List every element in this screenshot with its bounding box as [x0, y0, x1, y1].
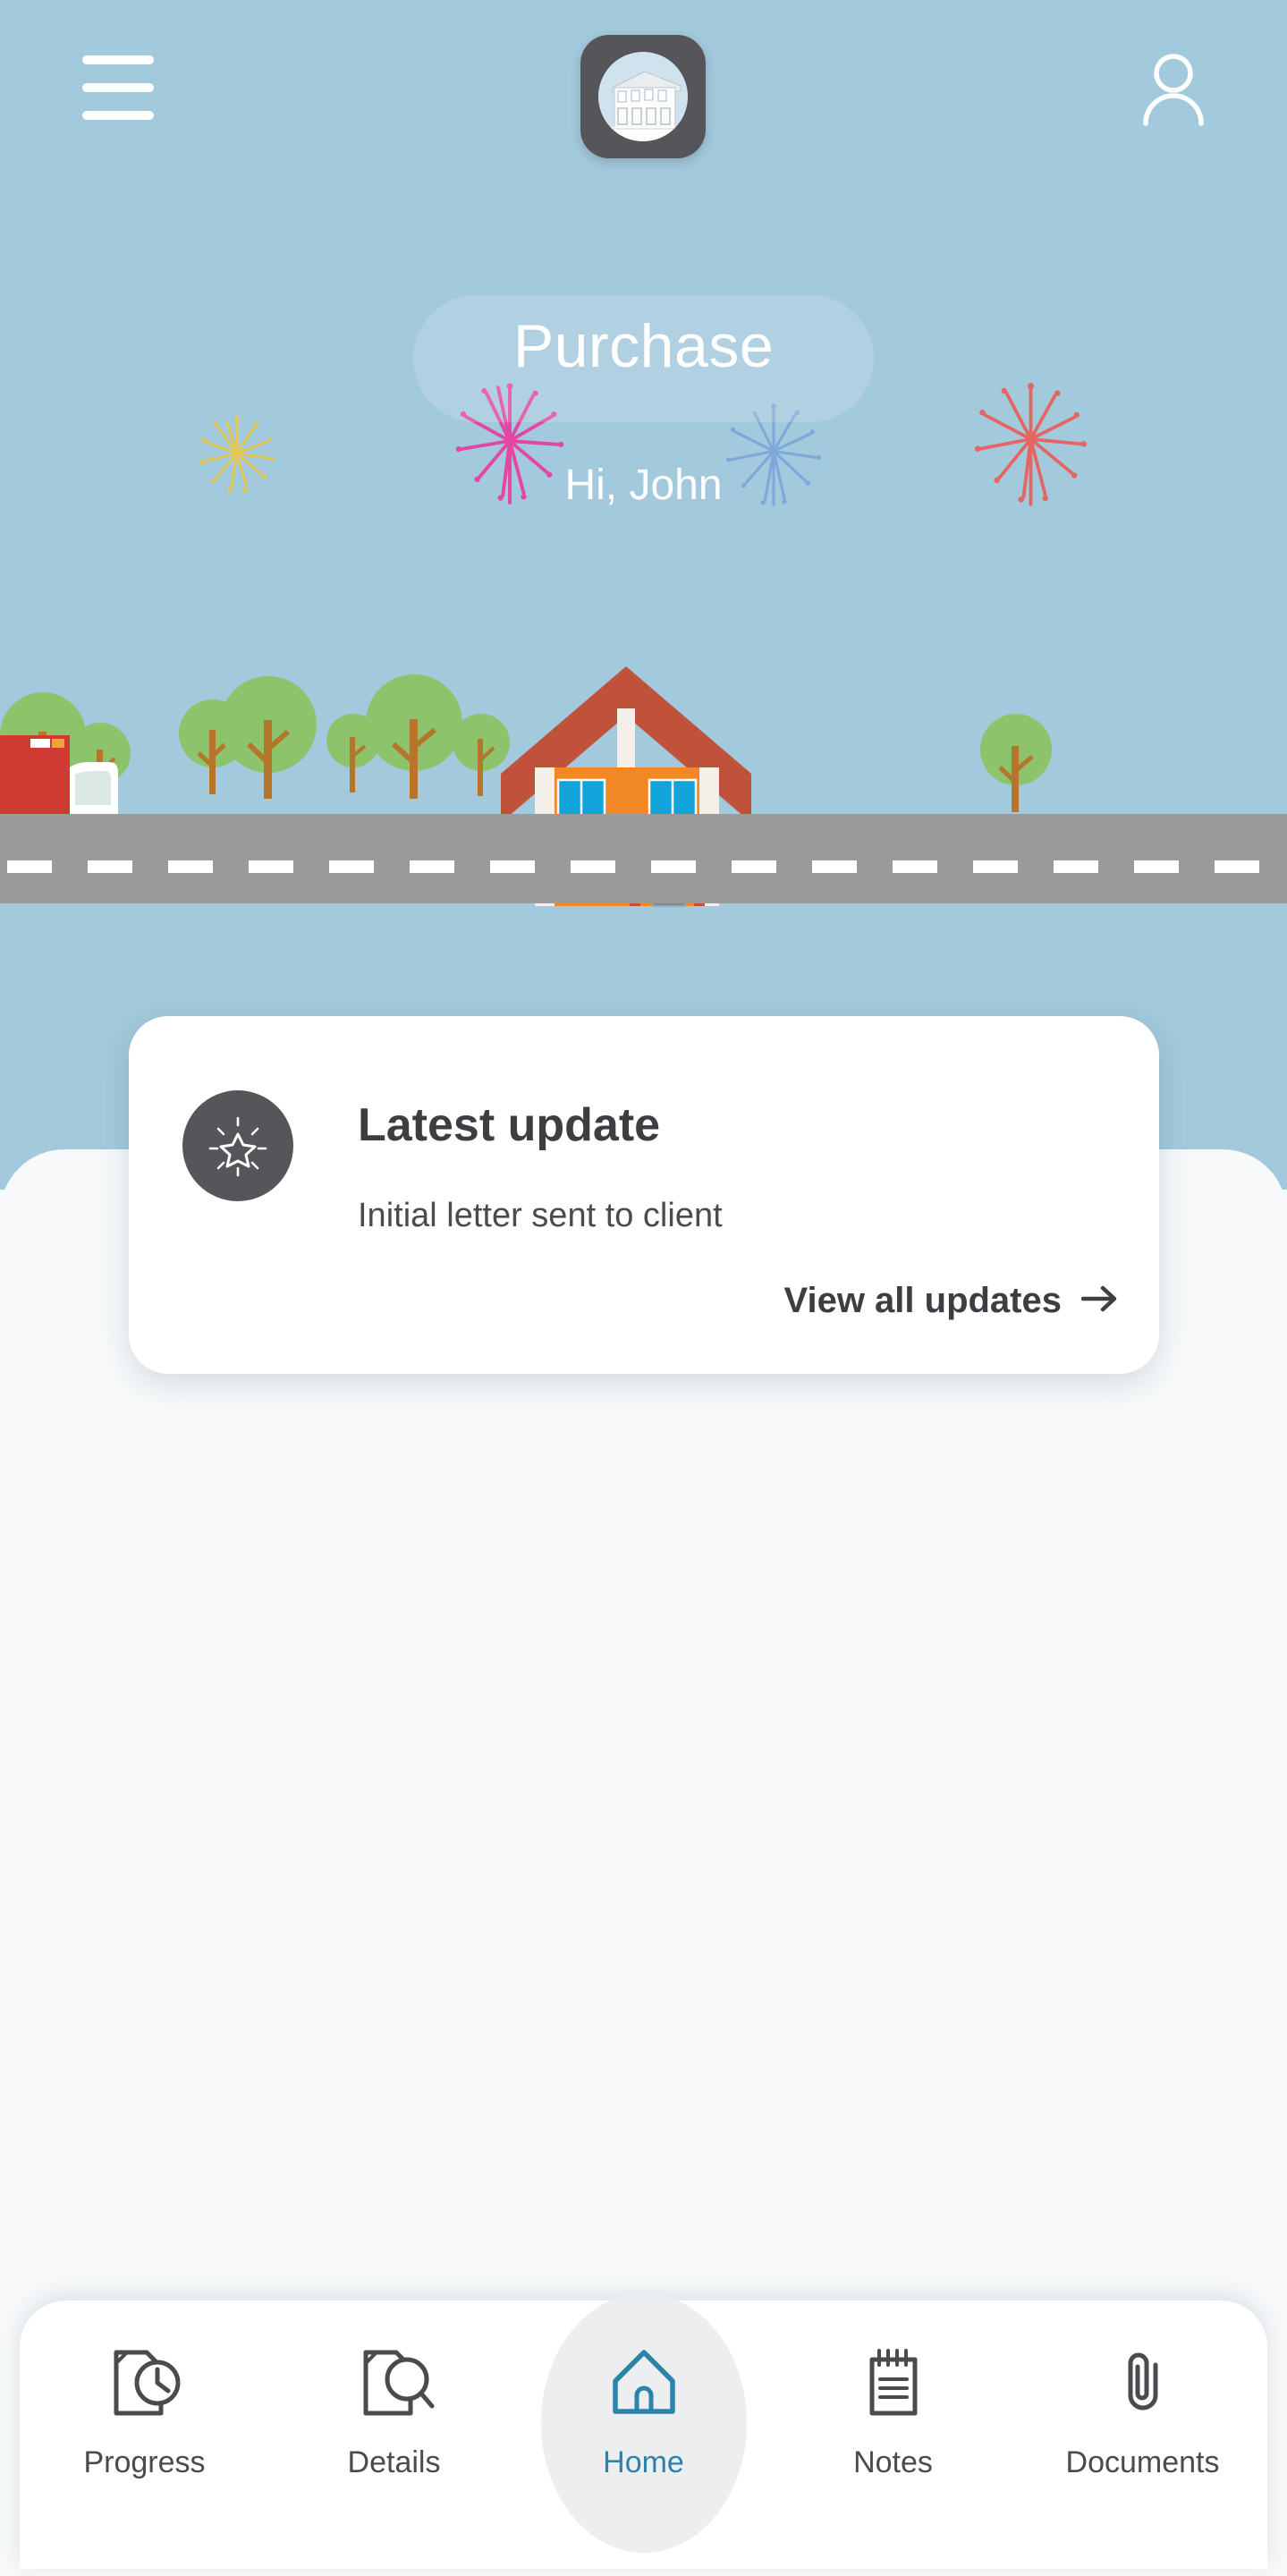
firework-red-icon — [974, 383, 1088, 506]
notepad-icon — [851, 2334, 936, 2431]
road-surface — [0, 814, 1287, 903]
hamburger-menu-icon[interactable] — [82, 55, 154, 120]
hamburger-bar-1 — [82, 55, 154, 64]
georgian-house-artwork — [598, 52, 688, 141]
nav-item-home[interactable]: Home — [540, 2293, 747, 2553]
greeting-text: Hi, John — [564, 462, 723, 509]
house-icon — [601, 2334, 687, 2431]
neighbourhood-illustration — [0, 666, 1287, 907]
nav-label-progress: Progress — [83, 2445, 206, 2479]
top-app-bar — [0, 0, 1287, 179]
user-account-icon[interactable] — [1138, 50, 1209, 127]
case-type-label: Purchase — [512, 312, 775, 380]
nav-label-documents: Documents — [1065, 2445, 1220, 2479]
view-all-updates-link[interactable]: View all updates — [784, 1281, 1122, 1321]
nav-label-notes: Notes — [853, 2445, 933, 2479]
nav-item-details[interactable]: Details — [292, 2315, 497, 2521]
arrow-right-icon — [1080, 1284, 1121, 1318]
paperclip-icon — [1100, 2334, 1186, 2431]
firework-yellow-icon — [199, 415, 275, 494]
nav-item-notes[interactable]: Notes — [791, 2315, 996, 2521]
logo-disc — [598, 52, 688, 141]
nav-item-documents[interactable]: Documents — [1040, 2315, 1246, 2521]
nav-label-details: Details — [347, 2445, 441, 2479]
sparkle-star-icon — [182, 1090, 293, 1201]
house-brand-logo-icon[interactable] — [580, 35, 706, 158]
app-root: Purchase Hi, John Latest update Initial … — [0, 0, 1287, 2576]
hamburger-bar-3 — [82, 111, 154, 120]
latest-update-subtitle: Initial letter sent to client — [358, 1197, 723, 1234]
view-all-updates-label: View all updates — [783, 1281, 1063, 1320]
document-magnifier-icon — [351, 2334, 437, 2431]
document-clock-icon — [102, 2334, 188, 2431]
hamburger-bar-2 — [82, 83, 154, 92]
bottom-navigation-bar: Progress Details Home Notes Documents — [20, 2293, 1267, 2569]
latest-update-title: Latest update — [358, 1099, 661, 1151]
nav-label-home: Home — [603, 2445, 684, 2479]
nav-item-progress[interactable]: Progress — [42, 2315, 248, 2521]
